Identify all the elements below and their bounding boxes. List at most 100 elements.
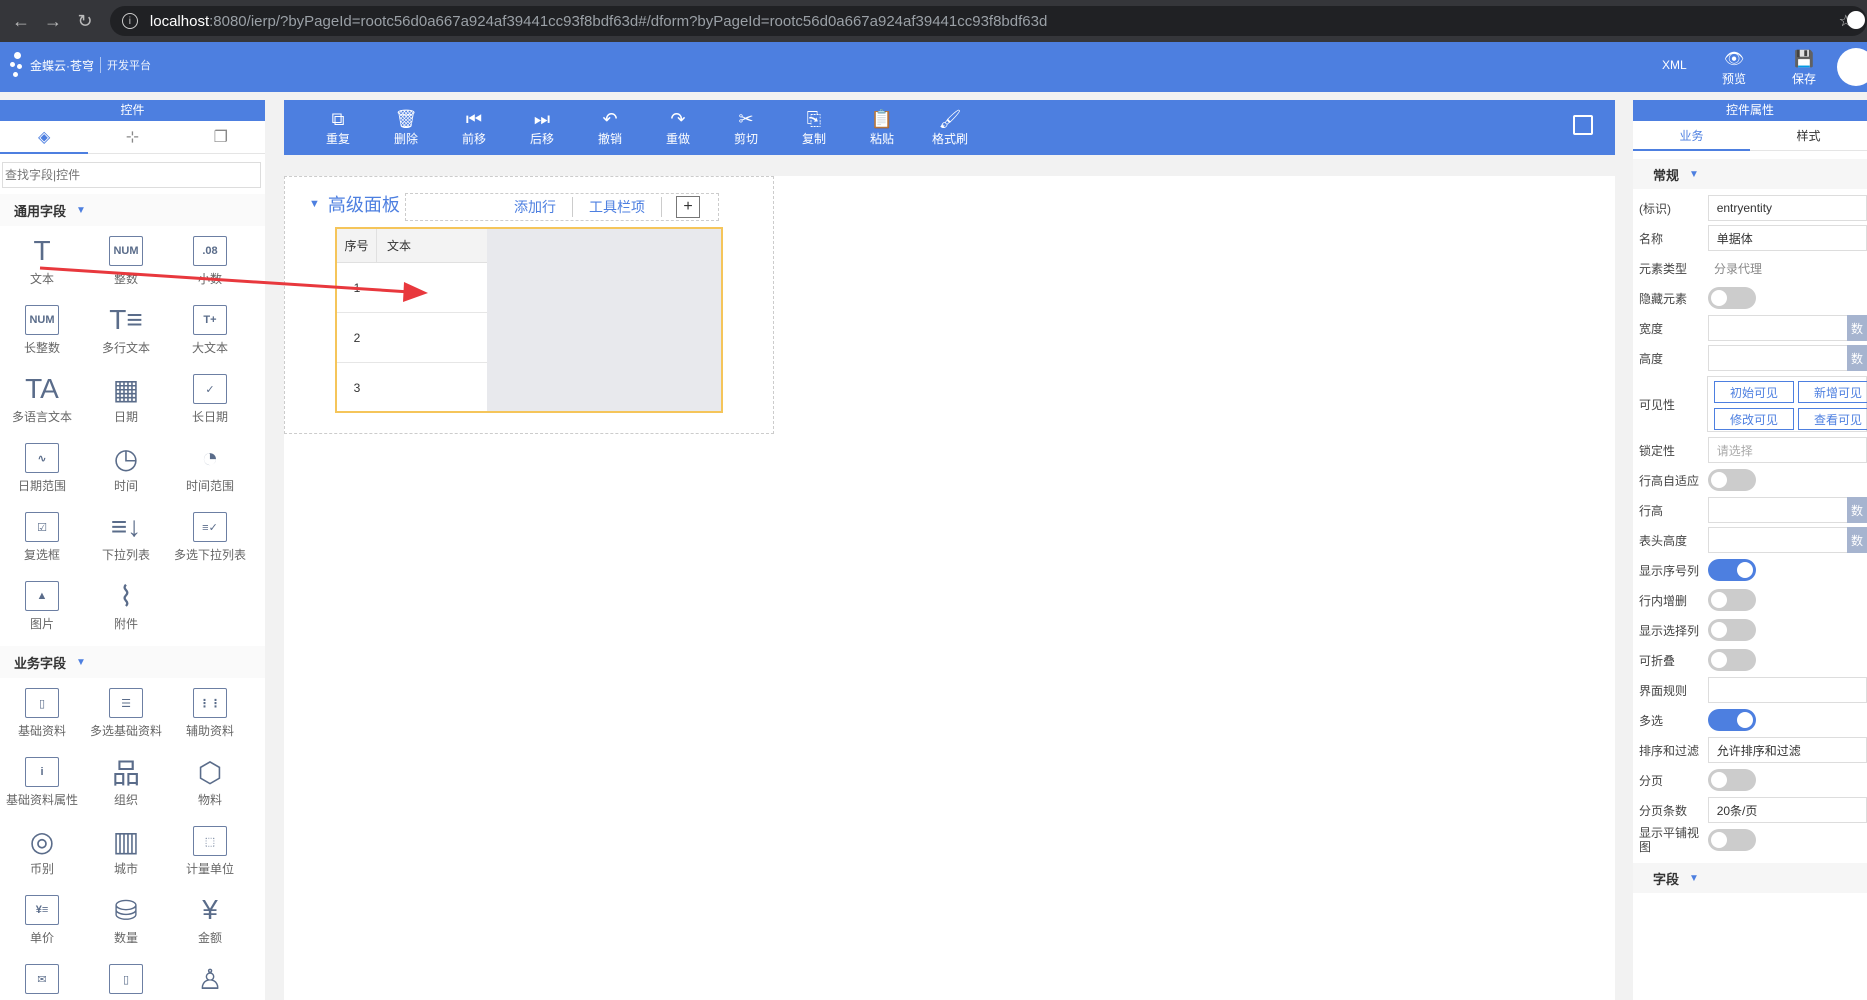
control-item[interactable]: T+ 大文本 [168, 305, 252, 356]
templates-tab-icon[interactable]: ❐ [177, 121, 265, 153]
toolbar-button[interactable]: ↶ 撤销 [576, 100, 644, 155]
lock-select[interactable]: 请选择 [1707, 437, 1867, 463]
control-item[interactable]: ⛁ 数量 [84, 895, 168, 946]
width-input[interactable] [1708, 315, 1867, 341]
show-select-toggle[interactable] [1708, 619, 1756, 641]
preview-button[interactable]: 👁 预览 [1722, 50, 1746, 87]
info-icon[interactable]: i [121, 13, 138, 29]
tab-business[interactable]: 业务 [1633, 121, 1750, 151]
control-item[interactable]: ∿ 日期范围 [0, 443, 84, 494]
tile-view-toggle[interactable] [1708, 829, 1756, 851]
add-toolbar-item-button[interactable]: + [676, 196, 700, 218]
business-fields-header[interactable]: 业务字段 ▼ [0, 646, 265, 678]
header-height-input[interactable] [1708, 527, 1867, 553]
ui-rule-input[interactable] [1707, 677, 1867, 703]
control-item[interactable]: TA 多语言文本 [0, 373, 84, 425]
inline-edit-toggle[interactable] [1708, 589, 1756, 611]
address-bar[interactable]: i localhost:8080/ierp/?byPageId=rootc56d… [109, 6, 1867, 36]
row-height-input[interactable] [1708, 497, 1867, 523]
toolbar-button[interactable]: ⧉ 重复 [304, 100, 372, 155]
field-group-header[interactable]: 字段 ▼ [1633, 863, 1867, 893]
common-fields-header[interactable]: 通用字段 ▼ [0, 194, 265, 226]
control-search-input[interactable] [2, 162, 261, 188]
fullscreen-icon[interactable] [1573, 115, 1593, 135]
table-row[interactable]: 2 [337, 313, 487, 363]
column-header-seq[interactable]: 序号 [337, 229, 377, 262]
toolbar-button[interactable]: ⎘ 复制 [780, 100, 848, 155]
control-item[interactable]: ◎ 币别 [0, 826, 84, 877]
control-item[interactable]: ☰ 多选基础资料 [84, 688, 168, 739]
xml-button[interactable]: XML [1662, 58, 1687, 72]
multi-select-toggle[interactable] [1708, 709, 1756, 731]
logo-text: 金蝶云·苍穹 [30, 58, 94, 73]
toolbar-button[interactable]: 🖌 格式刷 [916, 100, 984, 155]
save-button[interactable]: 💾 保存 [1792, 50, 1816, 87]
advanced-panel-header[interactable]: ▼ 高级面板 [309, 191, 400, 217]
initial-visible-button[interactable]: 初始可见 [1714, 381, 1794, 403]
control-item[interactable]: ¥≡ 单价 [0, 895, 84, 946]
control-item[interactable]: .08 小数 [168, 236, 252, 287]
toolbar-button[interactable]: ⏮ 前移 [440, 100, 508, 155]
collapse-caret-icon[interactable]: ▼ [309, 198, 320, 210]
control-item[interactable]: ▯ [84, 964, 168, 998]
paging-toggle[interactable] [1708, 769, 1756, 791]
tab-style[interactable]: 样式 [1750, 121, 1867, 150]
control-item[interactable]: ¥ 金额 [168, 894, 252, 946]
tree-tab-icon[interactable]: ⊹ [88, 121, 176, 153]
control-item[interactable]: ▦ 日期 [84, 374, 168, 425]
show-seq-toggle[interactable] [1708, 559, 1756, 581]
table-row[interactable]: 3 [337, 363, 487, 413]
advanced-panel[interactable]: ▼ 高级面板 添加行 工具栏项 + 序号 文本 1 2 3 [284, 176, 774, 434]
control-item[interactable]: i 基础资料属性 [0, 757, 84, 808]
control-item[interactable]: ▥ 城市 [84, 826, 168, 877]
toolbar-button[interactable]: 📋 粘贴 [848, 100, 916, 155]
control-item[interactable]: ✉ [0, 964, 84, 998]
layers-tab-icon[interactable]: ◈ [0, 121, 89, 154]
back-icon[interactable]: ← [10, 10, 32, 32]
sort-filter-select[interactable]: 允许排序和过滤 [1707, 737, 1867, 763]
control-item[interactable]: NUM 长整数 [0, 305, 84, 356]
control-item[interactable]: ◷ 时间 [84, 443, 168, 494]
toolbar-button[interactable]: ↷ 重做 [644, 100, 712, 155]
control-item[interactable]: ≡✓ 多选下拉列表 [168, 512, 252, 563]
auto-row-height-toggle[interactable] [1708, 469, 1756, 491]
toolbar-button[interactable]: ✂ 剪切 [712, 100, 780, 155]
control-item[interactable]: ◔ 时间范围 [168, 442, 252, 494]
control-item[interactable]: T≡ 多行文本 [84, 304, 168, 356]
name-field[interactable]: 单据体 [1707, 225, 1867, 251]
control-item[interactable]: ▯ 基础资料 [0, 688, 84, 739]
reload-icon[interactable]: ↻ [74, 10, 96, 32]
control-item[interactable]: NUM 整数 [84, 236, 168, 287]
add-row-button[interactable]: 添加行 [498, 197, 573, 217]
hide-toggle[interactable] [1708, 287, 1756, 309]
design-canvas[interactable]: ▼ 高级面板 添加行 工具栏项 + 序号 文本 1 2 3 [284, 176, 1615, 1000]
page-size-select[interactable]: 20条/页 [1707, 797, 1867, 823]
control-item[interactable]: ☑ 复选框 [0, 512, 84, 563]
control-item[interactable]: ≡↓ 下拉列表 [84, 511, 168, 563]
new-visible-button[interactable]: 新增可见 [1798, 381, 1867, 403]
control-item[interactable]: ▲ 图片 [0, 581, 84, 632]
toolbar-button[interactable]: 🗑 删除 [372, 100, 440, 155]
avatar[interactable] [1837, 48, 1867, 86]
height-input[interactable] [1708, 345, 1867, 371]
control-item[interactable]: T 文本 [0, 235, 84, 287]
control-item[interactable]: ⬚ 计量单位 [168, 826, 252, 877]
profile-icon[interactable] [1847, 11, 1865, 29]
column-header-text[interactable]: 文本 [377, 229, 411, 262]
forward-icon[interactable]: → [42, 10, 64, 32]
view-visible-button[interactable]: 查看可见 [1798, 408, 1867, 430]
control-item[interactable]: ⋮⋮ 辅助资料 [168, 688, 252, 739]
control-item[interactable]: ⬡ 物料 [168, 757, 252, 808]
general-group-header[interactable]: 常规 ▼ [1633, 159, 1867, 189]
control-item[interactable]: ✓ 长日期 [168, 374, 252, 425]
control-item[interactable]: ⌇ 附件 [84, 581, 168, 632]
id-field[interactable]: entryentity [1707, 195, 1867, 221]
toolbar-item-button[interactable]: 工具栏项 [573, 197, 662, 217]
collapsible-toggle[interactable] [1708, 649, 1756, 671]
table-row[interactable]: 1 [337, 263, 487, 313]
edit-visible-button[interactable]: 修改可见 [1714, 408, 1794, 430]
entry-grid[interactable]: 序号 文本 1 2 3 [335, 227, 723, 413]
control-item[interactable]: ♙ [168, 964, 252, 998]
toolbar-button[interactable]: ⏭ 后移 [508, 100, 576, 155]
control-item[interactable]: 品组织 [84, 757, 168, 808]
